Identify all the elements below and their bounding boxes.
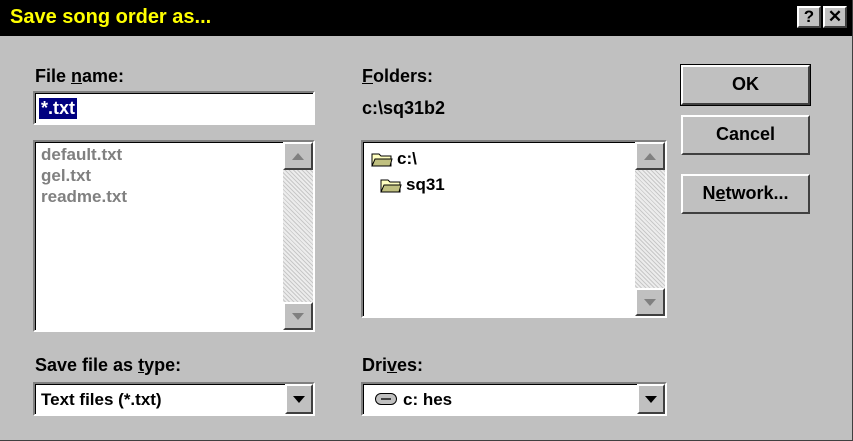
save-type-dropdown-button[interactable] xyxy=(285,384,313,414)
file-name-input[interactable]: *.txt xyxy=(33,91,315,125)
window-title: Save song order as... xyxy=(10,6,212,28)
file-name-value: *.txt xyxy=(39,98,78,119)
scroll-down-button[interactable] xyxy=(283,302,313,330)
arrow-up-icon xyxy=(644,153,656,160)
arrow-down-icon xyxy=(292,313,304,320)
save-type-label: Save file as type: xyxy=(35,355,182,375)
list-item[interactable]: readme.txt xyxy=(41,187,127,207)
folder-tree-scrollbar[interactable] xyxy=(635,142,665,316)
file-list[interactable]: default.txt gel.txt readme.txt xyxy=(33,140,315,332)
chevron-down-icon xyxy=(293,396,305,403)
help-button[interactable]: ? xyxy=(797,6,821,28)
file-list-scrollbar[interactable] xyxy=(283,142,313,330)
folder-item-sq31[interactable]: sq31 xyxy=(406,175,445,195)
arrow-up-icon xyxy=(292,153,304,160)
save-type-select[interactable]: Text files (*.txt) xyxy=(33,382,315,416)
scroll-up-button[interactable] xyxy=(635,142,665,170)
drives-label: Drives: xyxy=(362,355,424,375)
scroll-up-button[interactable] xyxy=(283,142,313,170)
hard-drive-icon xyxy=(375,393,397,405)
list-item[interactable]: default.txt xyxy=(41,145,122,165)
ok-button[interactable]: OK xyxy=(680,64,811,106)
drives-select[interactable]: c: hes xyxy=(361,382,667,416)
cancel-button[interactable]: Cancel xyxy=(681,115,810,155)
current-path: c:\sq31b2 xyxy=(362,98,446,118)
close-button[interactable]: ✕ xyxy=(823,6,847,28)
open-folder-icon xyxy=(371,153,393,167)
title-bar[interactable]: Save song order as... ? ✕ xyxy=(0,0,852,36)
scroll-down-button[interactable] xyxy=(635,288,665,316)
drives-value: c: hes xyxy=(403,390,453,409)
chevron-down-icon xyxy=(645,396,657,403)
open-folder-icon xyxy=(380,179,402,193)
network-button[interactable]: Network... xyxy=(681,174,810,214)
folders-label: Folders: xyxy=(362,66,434,86)
folder-tree[interactable]: c:\ sq31 xyxy=(361,140,667,318)
save-dialog: Save song order as... ? ✕ File name: *.t… xyxy=(0,0,853,441)
file-name-label: File name: xyxy=(35,66,125,86)
drives-dropdown-button[interactable] xyxy=(637,384,665,414)
close-icon: ✕ xyxy=(827,7,843,26)
folder-item-root[interactable]: c:\ xyxy=(397,149,417,169)
arrow-down-icon xyxy=(644,299,656,306)
list-item[interactable]: gel.txt xyxy=(41,166,91,186)
help-icon: ? xyxy=(803,7,815,26)
save-type-value: Text files (*.txt) xyxy=(41,390,162,409)
